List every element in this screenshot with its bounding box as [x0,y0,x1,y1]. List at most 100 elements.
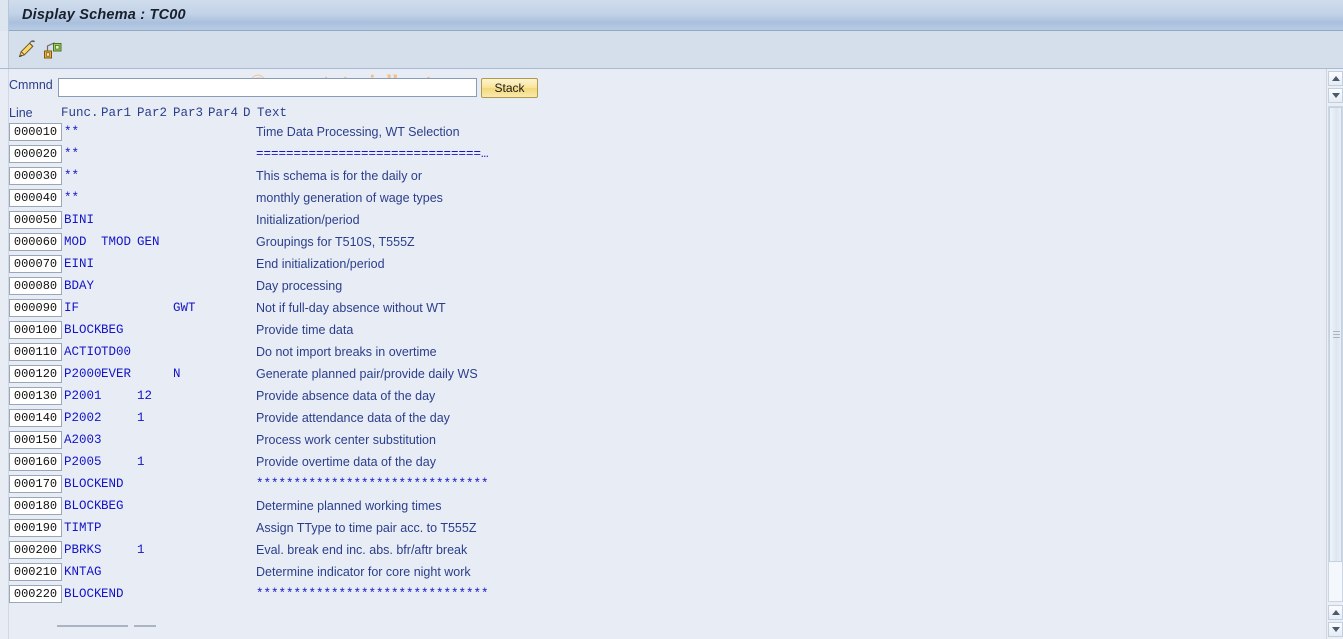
line-number-field[interactable] [9,255,62,273]
line-number-field[interactable] [9,123,62,141]
line-number-field[interactable] [9,387,62,405]
cell-text: ******************************* [256,587,489,601]
cell-par2: 12 [137,389,153,403]
table-row: PBRKS 1 Eval. break end inc. abs. bfr/aftr… [0,540,1300,562]
table-row: P2000EVER N Generate planned pair/provide … [0,364,1300,386]
title-bar-left-edge [0,0,9,31]
line-number-field[interactable] [9,541,62,559]
cell-text: Determine indicator for core night work [256,565,471,579]
table-row: BLOCKBEG Determine planned working times [0,496,1300,518]
line-number-field[interactable] [9,343,62,361]
cell-func: BLOCK [64,477,102,491]
table-row: IF GWT Not if full-day absence without WT [0,298,1300,320]
sap-window: Display Schema : TC00 Cmmnd Stack Line F… [0,0,1343,639]
scroll-up-arrow-icon[interactable] [1328,71,1343,86]
line-number-field[interactable] [9,431,62,449]
stack-button[interactable]: Stack [481,78,538,98]
table-row: ** Time Data Processing, WT Selection [0,122,1300,144]
cell-func: BLOCK [64,499,102,513]
scroll-down-arrow-bottom-icon[interactable] [1328,622,1343,637]
vertical-scrollbar[interactable] [1326,69,1343,639]
cell-par1: END [101,477,124,491]
cell-text: Determine planned working times [256,499,442,513]
line-number-field[interactable] [9,189,62,207]
table-row: TIMTP Assign TType to time pair acc. to T… [0,518,1300,540]
line-number-field[interactable] [9,409,62,427]
footer-mark [57,625,80,627]
scroll-up-arrow-bottom-icon[interactable] [1328,605,1343,620]
structure-button[interactable] [40,37,65,61]
table-footer-marks [0,622,500,630]
cell-text: monthly generation of wage types [256,191,443,205]
cell-par2: 1 [137,411,145,425]
line-number-field[interactable] [9,277,62,295]
cell-func: P2005 [64,455,102,469]
cell-func: MOD [64,235,87,249]
line-number-field[interactable] [9,167,62,185]
line-number-field[interactable] [9,453,62,471]
cell-func: PBRKS [64,543,102,557]
pencil-edit-icon [16,39,37,60]
column-header-par4: Par4 [208,106,239,120]
cell-func: BLOCK [64,587,102,601]
cell-func: IF [64,301,80,315]
cell-par1: TMOD [101,235,132,249]
cell-func: P2001 [64,389,102,403]
cell-func: ** [64,147,80,161]
line-number-field[interactable] [9,321,62,339]
line-number-field[interactable] [9,233,62,251]
column-header-text: Text [257,106,288,120]
cell-text: Generate planned pair/provide daily WS [256,367,478,381]
line-number-field[interactable] [9,585,62,603]
table-row: ** This schema is for the daily or [0,166,1300,188]
cell-text: This schema is for the daily or [256,169,423,183]
cell-par2: GEN [137,235,160,249]
display-change-button[interactable] [14,37,39,61]
cell-text: Do not import breaks in overtime [256,345,437,359]
table-row: BDAY Day processing [0,276,1300,298]
line-number-field[interactable] [9,475,62,493]
page-title: Display Schema : TC00 [22,7,186,23]
cell-func: ** [64,169,80,183]
table-row: MOD TMOD GEN Groupings for T510S, T555Z [0,232,1300,254]
hierarchy-structure-icon [42,39,63,60]
cell-func: TIMTP [64,521,102,535]
toolbar-left-edge [0,31,9,68]
cell-text: End initialization/period [256,257,385,271]
cell-func: A2003 [64,433,102,447]
table-row: A2003 Process work center substitution [0,430,1300,452]
line-number-field[interactable] [9,519,62,537]
cell-par3: N [173,367,181,381]
scrollbar-track[interactable] [1328,106,1343,602]
table-row: P2005 1 Provide overtime data of the day [0,452,1300,474]
line-number-field[interactable] [9,145,62,163]
schema-row-list: ** Time Data Processing, WT Selection ** ==… [0,122,1300,606]
scrollbar-grip-icon [1333,330,1340,340]
cell-par1: TD00 [101,345,132,359]
table-row: BLOCKBEG Provide time data [0,320,1300,342]
application-toolbar: © www.tutorialkart.com [0,31,1343,94]
cell-func: ACTIO [64,345,102,359]
table-row: P2002 1 Provide attendance data of the day [0,408,1300,430]
cell-text: Groupings for T510S, T555Z [256,235,415,249]
column-header-func: Func. [61,106,99,120]
line-number-field[interactable] [9,211,62,229]
table-row: BLOCKEND ******************************* [0,474,1300,496]
command-input[interactable] [58,78,477,97]
line-number-field[interactable] [9,497,62,515]
cell-func: BINI [64,213,95,227]
cell-func: ** [64,191,80,205]
scrollbar-thumb[interactable] [1329,107,1342,562]
column-header-par3: Par3 [173,106,204,120]
table-row: BINI Initialization/period [0,210,1300,232]
scroll-down-arrow-icon[interactable] [1328,88,1343,103]
cell-func: P2002 [64,411,102,425]
cell-text: Process work center substitution [256,433,436,447]
line-number-field[interactable] [9,299,62,317]
window-title-bar: Display Schema : TC00 [0,0,1343,31]
line-number-field[interactable] [9,563,62,581]
line-number-field[interactable] [9,365,62,383]
table-row: ACTIOTD00 Do not import breaks in overtim… [0,342,1300,364]
column-header-par1: Par1 [101,106,132,120]
cell-text: Assign TType to time pair acc. to T555Z [256,521,477,535]
